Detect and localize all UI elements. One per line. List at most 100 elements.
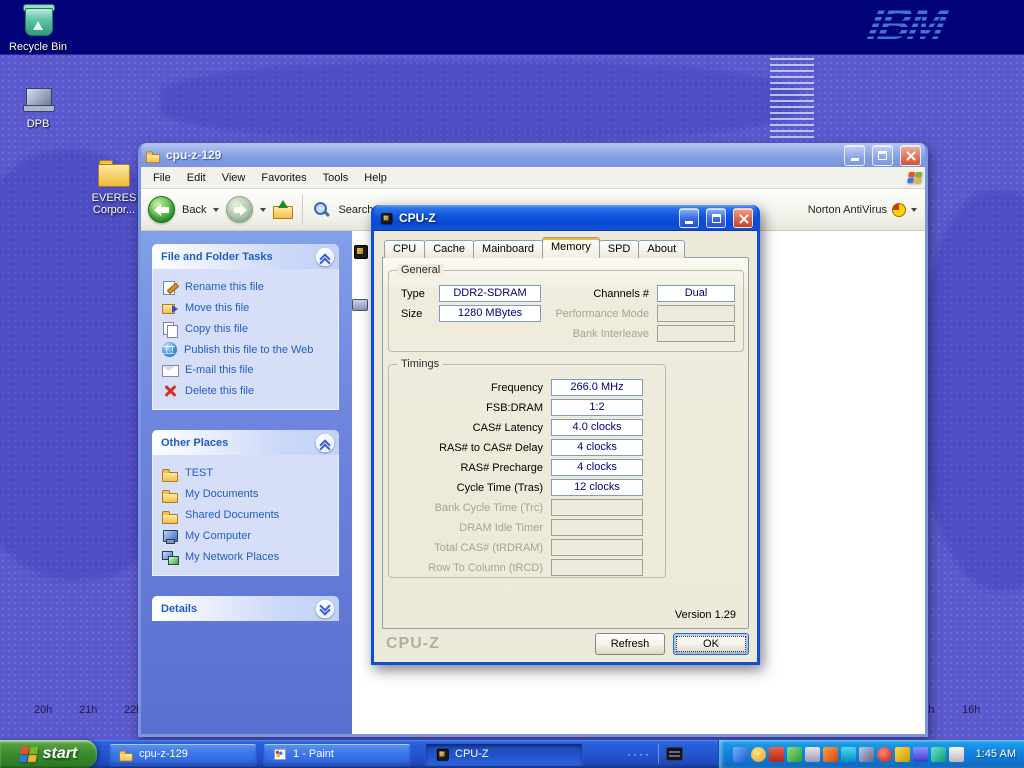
- menu-help[interactable]: Help: [356, 169, 395, 187]
- desktop-icon-label: DPB: [2, 118, 74, 130]
- tray-icon[interactable]: [931, 747, 946, 762]
- cpuz-titlebar[interactable]: CPU-Z: [374, 205, 757, 231]
- maximize-button[interactable]: [872, 145, 893, 166]
- tray-icon[interactable]: [823, 747, 838, 762]
- timings-groupbox: Timings Frequency 266.0 MHz FSB:DRAM 1:2…: [388, 364, 666, 578]
- place-my-computer[interactable]: My Computer: [162, 528, 334, 544]
- explorer-titlebar[interactable]: cpu-z-129: [141, 143, 925, 167]
- menu-favorites[interactable]: Favorites: [253, 169, 314, 187]
- file-icon[interactable]: [352, 299, 368, 311]
- details-header[interactable]: Details: [152, 596, 339, 621]
- tray-icon[interactable]: [895, 747, 910, 762]
- version-label: Version 1.29: [675, 609, 736, 621]
- timing-row-row-to-column: Row To Column (tRCD): [393, 559, 665, 576]
- timing-label: RAS# to CAS# Delay: [393, 442, 551, 454]
- minimize-button[interactable]: [679, 208, 699, 228]
- details-title: Details: [161, 603, 197, 615]
- type-value-field: DDR2-SDRAM: [439, 285, 541, 302]
- timing-value-field: 1:2: [551, 399, 643, 416]
- maximize-button[interactable]: [706, 208, 726, 228]
- menu-view[interactable]: View: [214, 169, 254, 187]
- close-button[interactable]: [900, 145, 921, 166]
- desktop-icon-recycle-bin[interactable]: Recycle Bin: [2, 4, 74, 53]
- toolbar-separator: [302, 195, 303, 225]
- tab-spd[interactable]: SPD: [599, 240, 640, 258]
- tray-icon[interactable]: [805, 747, 820, 762]
- place-my-documents[interactable]: My Documents: [162, 486, 334, 502]
- file-tasks-header[interactable]: File and Folder Tasks: [152, 244, 339, 269]
- tab-about[interactable]: About: [638, 240, 685, 258]
- tray-icon[interactable]: [733, 747, 748, 762]
- task-delete-file[interactable]: Delete this file: [162, 383, 334, 399]
- other-places-header[interactable]: Other Places: [152, 430, 339, 455]
- tab-memory[interactable]: Memory: [542, 237, 600, 258]
- wallpaper-hatch-lines: [770, 58, 814, 142]
- desktop-icon-dpb[interactable]: DPB: [2, 88, 74, 130]
- tray-icon[interactable]: [769, 747, 784, 762]
- place-test[interactable]: TEST: [162, 465, 334, 481]
- other-places-title: Other Places: [161, 437, 228, 449]
- menu-tools[interactable]: Tools: [315, 169, 357, 187]
- taskbar-task-cpuz-folder[interactable]: cpu-z-129: [109, 743, 257, 766]
- paint-icon: [273, 747, 287, 761]
- taskbar-task-cpuz-app[interactable]: CPU-Z: [425, 743, 583, 766]
- search-icon[interactable]: [312, 200, 331, 219]
- task-button-label: cpu-z-129: [139, 748, 188, 760]
- folder-icon: [162, 465, 178, 481]
- timing-value-field: 12 clocks: [551, 479, 643, 496]
- tab-cpu[interactable]: CPU: [384, 240, 425, 258]
- tray-icon[interactable]: [859, 747, 874, 762]
- close-button[interactable]: [733, 208, 753, 228]
- forward-button[interactable]: [226, 196, 253, 223]
- taskbar-separator: [658, 744, 659, 764]
- taskbar-task-paint[interactable]: 1 - Paint: [263, 743, 411, 766]
- collapse-chevron-icon[interactable]: [316, 248, 334, 266]
- task-publish-file[interactable]: Publish this file to the Web: [162, 342, 334, 357]
- back-dropdown-icon[interactable]: [213, 208, 219, 212]
- toolbar-grip-dots[interactable]: ····: [627, 747, 651, 761]
- expand-chevron-icon[interactable]: [316, 600, 334, 618]
- collapse-chevron-icon[interactable]: [316, 434, 334, 452]
- timing-value-field: [551, 519, 643, 536]
- language-bar-icon[interactable]: [666, 747, 683, 761]
- tray-icon[interactable]: [751, 747, 766, 762]
- place-my-network[interactable]: My Network Places: [162, 549, 334, 565]
- wallpaper-map-shape: [920, 190, 1024, 590]
- task-move-file[interactable]: Move this file: [162, 300, 334, 316]
- back-button[interactable]: [148, 196, 175, 223]
- tray-icon[interactable]: [913, 747, 928, 762]
- search-label[interactable]: Search: [338, 204, 373, 216]
- bank-interleave-label: Bank Interleave: [519, 328, 649, 340]
- tray-icon[interactable]: [949, 747, 964, 762]
- details-panel: Details: [152, 596, 339, 621]
- ok-button[interactable]: OK: [673, 633, 749, 655]
- tab-cache[interactable]: Cache: [424, 240, 474, 258]
- tray-icon[interactable]: [877, 747, 892, 762]
- menu-file[interactable]: File: [145, 169, 179, 187]
- menu-edit[interactable]: Edit: [179, 169, 214, 187]
- cpuz-dialog: CPU-Z CPU Cache Mainboard Memory SPD Abo…: [371, 205, 760, 665]
- general-legend: General: [397, 264, 444, 276]
- minimize-button[interactable]: [844, 145, 865, 166]
- chip-file-icon[interactable]: [352, 243, 368, 259]
- norton-antivirus-toolbar[interactable]: Norton AntiVirus: [808, 189, 917, 230]
- tab-mainboard[interactable]: Mainboard: [473, 240, 543, 258]
- place-label: TEST: [185, 467, 213, 479]
- norton-label: Norton AntiVirus: [808, 204, 887, 216]
- forward-dropdown-icon[interactable]: [260, 208, 266, 212]
- up-folder-button[interactable]: [273, 201, 293, 219]
- norton-dropdown-icon[interactable]: [911, 208, 917, 212]
- start-button[interactable]: start: [0, 740, 97, 768]
- back-label[interactable]: Back: [182, 204, 206, 216]
- norton-icon: [892, 203, 906, 217]
- performance-mode-field: [657, 305, 735, 322]
- task-copy-file[interactable]: Copy this file: [162, 321, 334, 337]
- place-shared-documents[interactable]: Shared Documents: [162, 507, 334, 523]
- tray-icon[interactable]: [841, 747, 856, 762]
- tray-icon[interactable]: [787, 747, 802, 762]
- task-email-file[interactable]: E-mail this file: [162, 362, 334, 378]
- email-icon: [162, 362, 178, 378]
- timing-row-cycle-time: Cycle Time (Tras) 12 clocks: [393, 479, 665, 496]
- task-rename-file[interactable]: Rename this file: [162, 279, 334, 295]
- refresh-button[interactable]: Refresh: [595, 633, 665, 655]
